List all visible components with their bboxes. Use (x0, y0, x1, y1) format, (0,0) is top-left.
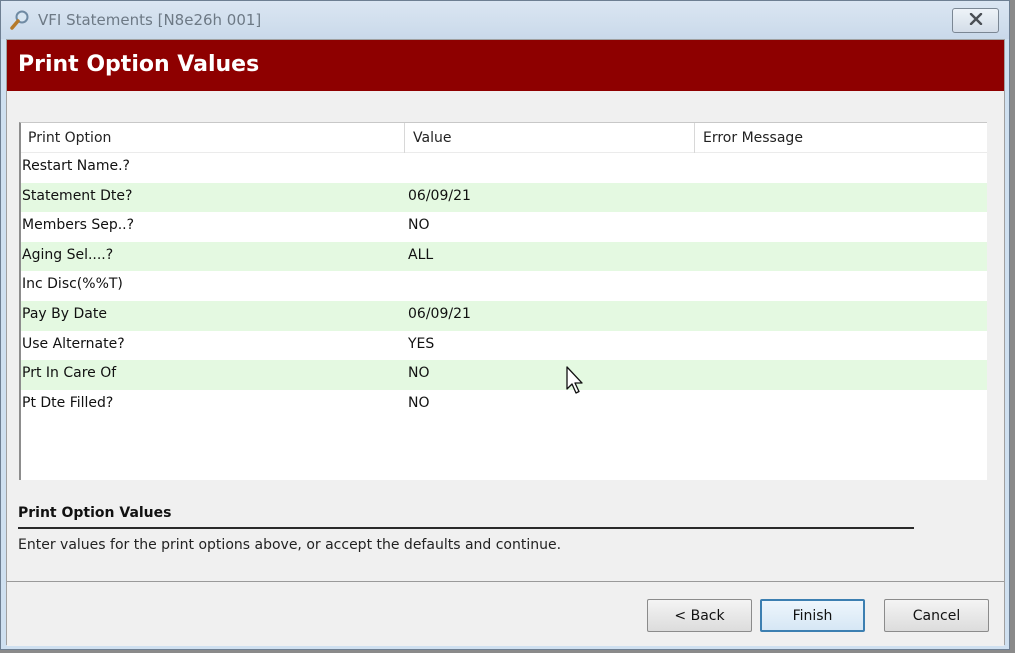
table-row[interactable]: Use Alternate? YES (21, 331, 987, 361)
table-row[interactable]: Restart Name.? (21, 153, 987, 183)
table-row[interactable]: Members Sep..? NO (21, 212, 987, 242)
cell-value[interactable]: 06/09/21 (408, 188, 471, 204)
column-separator[interactable] (694, 123, 695, 153)
grid-header: Print Option Value Error Message (21, 123, 987, 153)
page-title: Print Option Values (18, 52, 260, 77)
cell-print-option: Use Alternate? (22, 335, 125, 352)
description-divider (18, 527, 914, 529)
footer-divider (7, 581, 1004, 582)
cell-print-option: Prt In Care Of (22, 365, 117, 382)
cell-print-option: Statement Dte? (22, 187, 133, 204)
cell-print-option: Inc Disc(%%T) (22, 276, 123, 293)
close-icon (968, 12, 984, 29)
column-separator[interactable] (404, 123, 405, 153)
cell-print-option: Pt Dte Filled? (22, 394, 114, 411)
body-area: Print Option Value Error Message Restart… (7, 91, 1004, 646)
table-row[interactable]: Pay By Date 06/09/21 (21, 300, 987, 331)
cell-print-option: Members Sep..? (22, 217, 135, 234)
mouse-pointer-icon (565, 366, 585, 396)
magnifier-icon (9, 9, 31, 31)
cell-print-option: Restart Name.? (22, 158, 130, 174)
close-button[interactable] (952, 8, 999, 33)
description-title: Print Option Values (18, 505, 172, 521)
cell-print-option: Pay By Date (22, 305, 107, 322)
table-row[interactable]: Inc Disc(%%T) (21, 271, 987, 301)
window-title: VFI Statements [N8e26h 001] (38, 11, 262, 29)
cell-value[interactable]: YES (408, 336, 434, 352)
column-header-print-option[interactable]: Print Option (28, 130, 111, 146)
cell-value[interactable]: ALL (408, 247, 433, 263)
cell-value[interactable]: NO (408, 395, 430, 411)
dialog-content: Print Option Values Print Option Value E… (6, 39, 1005, 646)
cancel-button[interactable]: Cancel (884, 599, 989, 632)
cell-print-option: Aging Sel....? (22, 246, 114, 263)
cell-value[interactable]: NO (408, 365, 430, 381)
column-header-error-message[interactable]: Error Message (703, 130, 803, 146)
column-header-value[interactable]: Value (413, 130, 451, 146)
header-banner: Print Option Values (7, 40, 1004, 91)
print-options-grid[interactable]: Print Option Value Error Message Restart… (19, 122, 987, 480)
table-row[interactable]: Prt In Care Of NO (21, 360, 987, 390)
cell-value[interactable]: NO (408, 217, 430, 233)
table-row[interactable]: Aging Sel....? ALL (21, 241, 987, 272)
table-row[interactable]: Pt Dte Filled? NO (21, 390, 987, 420)
description-text: Enter values for the print options above… (18, 537, 562, 553)
dialog-window: VFI Statements [N8e26h 001] Print Option… (0, 0, 1010, 650)
title-bar: VFI Statements [N8e26h 001] (1, 1, 1009, 39)
cell-value[interactable]: 06/09/21 (408, 306, 471, 322)
finish-button[interactable]: Finish (760, 599, 865, 632)
table-row[interactable]: Statement Dte? 06/09/21 (21, 182, 987, 213)
back-button[interactable]: < Back (647, 599, 752, 632)
